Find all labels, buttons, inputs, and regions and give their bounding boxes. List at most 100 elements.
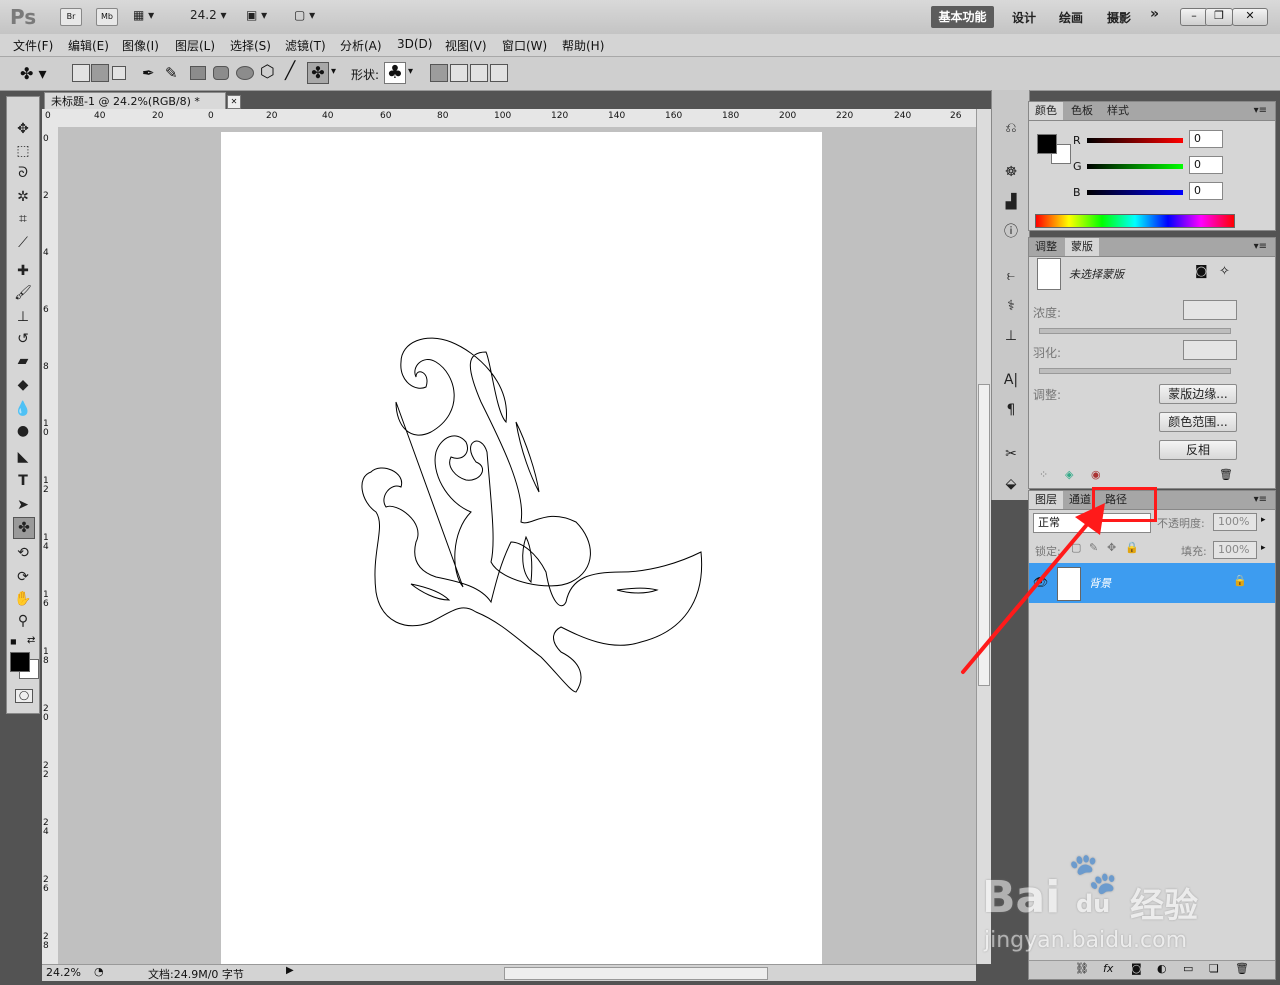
geometry-options-icon[interactable]: ▾ <box>331 66 336 77</box>
line-tool-icon[interactable]: ╱ <box>285 61 295 81</box>
close-button[interactable]: ✕ <box>1232 8 1268 26</box>
fill-arrow-icon[interactable]: ▸ <box>1261 543 1266 553</box>
menu-edit[interactable]: 编辑(E) <box>68 37 109 54</box>
blur-tool-icon[interactable]: 💧 <box>13 399 33 419</box>
rounded-rectangle-tool-icon[interactable] <box>213 66 229 80</box>
default-colors-icon[interactable]: ◼ <box>10 637 17 646</box>
tab-styles[interactable]: 样式 <box>1101 102 1135 120</box>
layers-panel-menu-icon[interactable]: ▾≡ <box>1248 491 1273 509</box>
custom-shape-tool-active-icon[interactable]: ✤ <box>13 517 35 539</box>
pen-tool-icon[interactable]: ✒ <box>142 64 155 82</box>
custom-shape-tool-icon[interactable]: ✤ <box>307 62 329 84</box>
mask-panel-menu-icon[interactable]: ▾≡ <box>1248 238 1273 256</box>
quick-mask-icon[interactable]: ◯ <box>15 689 33 703</box>
workspace-photography-tab[interactable]: 摄影 <box>1107 9 1131 26</box>
hand-tool-icon[interactable]: ✋ <box>13 589 33 609</box>
3d-rotate-tool-icon[interactable]: ⟲ <box>13 543 33 563</box>
foreground-color-swatch[interactable] <box>10 652 30 672</box>
panel-menu-icon[interactable]: ▾≡ <box>1248 102 1273 120</box>
arrange-documents-icon[interactable]: ▣ ▾ <box>246 8 267 26</box>
eraser-tool-icon[interactable]: ▰ <box>13 351 33 371</box>
status-info-icon[interactable]: ◔ <box>94 965 104 978</box>
navigator-panel-icon[interactable]: ☸ <box>1001 162 1021 182</box>
new-group-icon[interactable]: ▭ <box>1183 962 1193 975</box>
dodge-tool-icon[interactable]: ● <box>13 421 33 441</box>
bridge-button[interactable]: Br <box>60 8 82 26</box>
eyedropper-tool-icon[interactable]: ⟋ <box>13 233 33 253</box>
document-tab[interactable]: 未标题-1 @ 24.2%(RGB/8) * ✕ <box>44 92 241 109</box>
tool-presets-panel-icon[interactable]: ✂ <box>1001 444 1021 464</box>
path-intersect-icon[interactable] <box>470 64 488 82</box>
path-add-icon[interactable] <box>430 64 448 82</box>
histogram-panel-icon[interactable]: ▟ <box>1001 192 1021 212</box>
tab-swatches[interactable]: 色板 <box>1065 102 1099 120</box>
custom-shape-preset-icon[interactable]: ✤ ▾ <box>20 64 47 83</box>
shape-picker-dropdown-icon[interactable]: ▾ <box>408 66 413 77</box>
zoom-level-dropdown[interactable]: 24.2 ▾ <box>190 8 227 26</box>
color-range-button[interactable]: 颜色范围... <box>1159 412 1237 432</box>
menu-file[interactable]: 文件(F) <box>13 37 53 54</box>
minimize-button[interactable]: – <box>1180 8 1208 26</box>
brush-presets-panel-icon[interactable]: ⥼ <box>1001 266 1021 286</box>
document-page[interactable] <box>221 132 822 964</box>
menu-window[interactable]: 窗口(W) <box>502 37 547 54</box>
mini-bridge-button[interactable]: Mb <box>96 8 118 26</box>
brushes-panel-icon[interactable]: ⚕ <box>1001 296 1021 316</box>
tab-masks[interactable]: 蒙版 <box>1065 238 1099 256</box>
status-zoom[interactable]: 24.2% <box>46 966 81 979</box>
paragraph-panel-icon[interactable]: ¶ <box>1001 400 1021 420</box>
rectangle-tool-icon[interactable] <box>190 66 206 80</box>
brush-tool-icon[interactable]: 🖌 <box>13 283 33 303</box>
screen-mode-icon[interactable]: ▢ ▾ <box>294 8 315 26</box>
restore-button[interactable]: ❐ <box>1205 8 1233 26</box>
tab-adjustments[interactable]: 调整 <box>1029 238 1063 256</box>
add-pixel-mask-icon[interactable]: ◙ <box>1195 264 1208 279</box>
history-panel-icon[interactable]: ⎌ <box>1001 118 1021 138</box>
menu-image[interactable]: 图像(I) <box>122 37 159 54</box>
paths-mode-icon[interactable] <box>91 64 109 82</box>
menu-layer[interactable]: 图层(L) <box>175 37 215 54</box>
color-fg-swatch[interactable] <box>1037 134 1057 154</box>
polygon-tool-icon[interactable]: ⬡ <box>260 62 275 82</box>
swap-colors-icon[interactable]: ⇄ <box>27 635 35 646</box>
density-slider[interactable] <box>1039 328 1231 334</box>
3d-panel-icon[interactable]: ⬙ <box>1001 474 1021 494</box>
type-tool-icon[interactable]: T <box>13 471 33 491</box>
fill-field[interactable]: 100% <box>1213 541 1257 559</box>
character-panel-icon[interactable]: A| <box>1001 370 1021 390</box>
shape-layers-mode-icon[interactable] <box>72 64 90 82</box>
path-selection-tool-icon[interactable]: ◣ <box>13 447 33 467</box>
opacity-arrow-icon[interactable]: ▸ <box>1261 515 1266 525</box>
r-value-field[interactable]: 0 <box>1189 130 1223 148</box>
lock-all-icon[interactable]: 🔒 <box>1125 541 1139 554</box>
status-menu-arrow-icon[interactable]: ▶ <box>286 965 294 976</box>
move-tool-icon[interactable]: ✥ <box>13 119 33 139</box>
g-value-field[interactable]: 0 <box>1189 156 1223 174</box>
b-slider[interactable] <box>1087 190 1183 195</box>
density-field[interactable] <box>1183 300 1237 320</box>
add-mask-icon[interactable]: ◙ <box>1131 962 1142 975</box>
shape-picker-icon[interactable]: ♣ <box>384 62 406 84</box>
marquee-tool-icon[interactable]: ⬚ <box>13 141 33 161</box>
disable-mask-icon[interactable]: ◉ <box>1091 468 1101 481</box>
menu-select[interactable]: 选择(S) <box>230 37 271 54</box>
new-layer-icon[interactable]: ❏ <box>1209 962 1219 975</box>
delete-layer-icon[interactable]: 🗑 <box>1235 962 1249 975</box>
lasso-tool-icon[interactable]: ᘐ <box>13 163 33 183</box>
apply-mask-icon[interactable]: ◈ <box>1065 468 1073 481</box>
menu-3d[interactable]: 3D(D) <box>397 37 432 51</box>
workspace-design-tab[interactable]: 设计 <box>1012 9 1036 26</box>
b-value-field[interactable]: 0 <box>1189 182 1223 200</box>
workspace-painting-tab[interactable]: 绘画 <box>1059 9 1083 26</box>
freeform-pen-icon[interactable]: ✎ <box>165 64 178 82</box>
info-panel-icon[interactable]: ⓘ <box>1001 222 1021 242</box>
fill-pixels-mode-icon[interactable] <box>112 66 126 80</box>
menu-view[interactable]: 视图(V) <box>445 37 487 54</box>
opacity-field[interactable]: 100% <box>1213 513 1257 531</box>
menu-analysis[interactable]: 分析(A) <box>340 37 382 54</box>
horizontal-scroll-thumb[interactable] <box>504 967 768 980</box>
healing-brush-tool-icon[interactable]: ✚ <box>13 261 33 281</box>
path-subtract-icon[interactable] <box>450 64 468 82</box>
feather-field[interactable] <box>1183 340 1237 360</box>
clone-source-panel-icon[interactable]: ⊥ <box>1001 326 1021 346</box>
